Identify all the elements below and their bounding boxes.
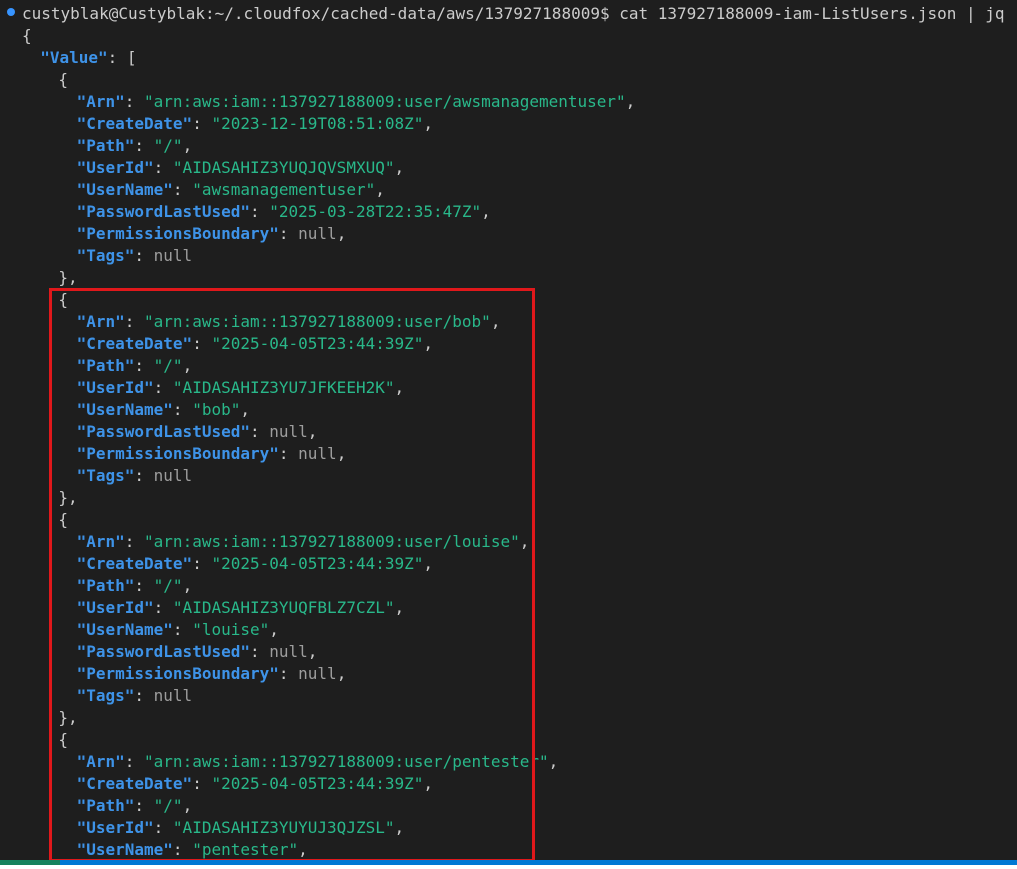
command-prompt: custyblak@Custyblak:~/.cloudfox/cached-d…	[22, 4, 1005, 23]
user-field-arn: "Arn": "arn:aws:iam::137927188009:user/l…	[76, 532, 530, 551]
user-field-path: "Path": "/",	[76, 796, 193, 815]
user-field-passwordlastused: "PasswordLastUsed": null,	[76, 422, 318, 441]
user-field-tags: "Tags": null	[76, 686, 193, 705]
user-object-close: },	[58, 268, 78, 287]
user-tags-value: null	[153, 686, 193, 705]
user-object-open: {	[58, 510, 69, 529]
user-field-tags: "Tags": null	[76, 466, 193, 485]
user-field-path: "Path": "/",	[76, 136, 193, 155]
user-field-createdate: "CreateDate": "2023-12-19T08:51:08Z",	[76, 114, 434, 133]
user-object-open: {	[58, 730, 69, 749]
user-permissionsboundary-value: null	[298, 224, 337, 243]
user-field-path: "Path": "/",	[76, 576, 193, 595]
user-path-value: "/"	[153, 796, 183, 815]
user-field-arn: "Arn": "arn:aws:iam::137927188009:user/b…	[76, 312, 501, 331]
user-field-passwordlastused: "PasswordLastUsed": "2025-03-28T22:35:47…	[76, 202, 491, 221]
user-createdate-value: "2025-04-05T23:44:39Z"	[211, 554, 424, 573]
user-field-userid: "UserId": "AIDASAHIZ3YUQJQVSMXUQ",	[76, 158, 405, 177]
json-value-array-open: "Value": [	[40, 48, 137, 67]
user-userid-value: "AIDASAHIZ3YUYUJ3QJZSL"	[172, 818, 395, 837]
user-field-userid: "UserId": "AIDASAHIZ3YUYUJ3QJZSL",	[76, 818, 405, 837]
user-field-arn: "Arn": "arn:aws:iam::137927188009:user/p…	[76, 752, 559, 771]
user-userid-value: "AIDASAHIZ3YUQFBLZ7CZL"	[172, 598, 395, 617]
user-field-arn: "Arn": "arn:aws:iam::137927188009:user/a…	[76, 92, 636, 111]
user-userid-value: "AIDASAHIZ3YUQJQVSMXUQ"	[172, 158, 395, 177]
user-field-createdate: "CreateDate": "2025-04-05T23:44:39Z",	[76, 774, 434, 793]
user-username-value: "pentester"	[192, 840, 299, 859]
command-status-dot-icon	[7, 8, 15, 16]
user-permissionsboundary-value: null	[298, 444, 337, 463]
json-open-brace: {	[22, 26, 32, 45]
user-field-tags: "Tags": null	[76, 246, 193, 265]
user-username-value: "bob"	[192, 400, 241, 419]
user-field-permissionsboundary: "PermissionsBoundary": null,	[76, 664, 347, 683]
user-field-createdate: "CreateDate": "2025-04-05T23:44:39Z",	[76, 334, 434, 353]
user-path-value: "/"	[153, 356, 183, 375]
user-path-value: "/"	[153, 576, 183, 595]
user-object-open: {	[58, 70, 69, 89]
user-field-permissionsboundary: "PermissionsBoundary": null,	[76, 224, 347, 243]
user-field-createdate: "CreateDate": "2025-04-05T23:44:39Z",	[76, 554, 434, 573]
user-username-value: "awsmanagementuser"	[192, 180, 376, 199]
user-field-username: "UserName": "awsmanagementuser",	[76, 180, 385, 199]
user-field-username: "UserName": "pentester",	[76, 840, 308, 859]
user-field-passwordlastused: "PasswordLastUsed": null,	[76, 642, 318, 661]
user-arn-value: "arn:aws:iam::137927188009:user/penteste…	[144, 752, 549, 771]
user-username-value: "louise"	[192, 620, 270, 639]
user-field-permissionsboundary: "PermissionsBoundary": null,	[76, 444, 347, 463]
user-userid-value: "AIDASAHIZ3YU7JFKEEH2K"	[172, 378, 395, 397]
user-createdate-value: "2025-04-05T23:44:39Z"	[211, 334, 424, 353]
user-arn-value: "arn:aws:iam::137927188009:user/louise"	[144, 532, 520, 551]
user-field-username: "UserName": "bob",	[76, 400, 250, 419]
user-object-open: {	[58, 290, 69, 309]
user-object-close: },	[58, 708, 78, 727]
user-field-username: "UserName": "louise",	[76, 620, 279, 639]
user-field-userid: "UserId": "AIDASAHIZ3YUQFBLZ7CZL",	[76, 598, 405, 617]
status-bar-remote-indicator	[0, 860, 60, 865]
user-arn-value: "arn:aws:iam::137927188009:user/bob"	[144, 312, 491, 331]
user-passwordlastused-value: null	[269, 642, 308, 661]
user-field-path: "Path": "/",	[76, 356, 193, 375]
user-arn-value: "arn:aws:iam::137927188009:user/awsmanag…	[144, 92, 626, 111]
user-passwordlastused-value: null	[269, 422, 308, 441]
user-path-value: "/"	[153, 136, 183, 155]
user-permissionsboundary-value: null	[298, 664, 337, 683]
status-bar-strip	[0, 860, 1017, 865]
user-passwordlastused-value: "2025-03-28T22:35:47Z"	[269, 202, 482, 221]
user-object-close: },	[58, 488, 78, 507]
user-field-userid: "UserId": "AIDASAHIZ3YU7JFKEEH2K",	[76, 378, 405, 397]
user-createdate-value: "2025-04-05T23:44:39Z"	[211, 774, 424, 793]
terminal-window[interactable]: custyblak@Custyblak:~/.cloudfox/cached-d…	[0, 0, 1017, 860]
user-tags-value: null	[153, 466, 193, 485]
user-tags-value: null	[153, 246, 193, 265]
user-createdate-value: "2023-12-19T08:51:08Z"	[211, 114, 424, 133]
